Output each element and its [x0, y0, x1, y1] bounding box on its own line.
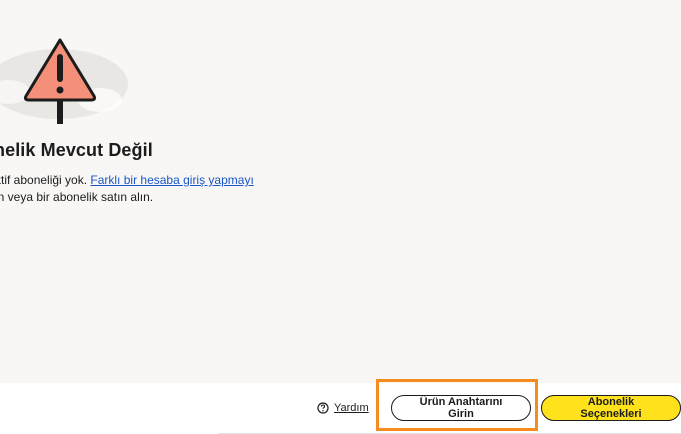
subscription-options-button[interactable]: Abonelik Seçenekleri [541, 395, 681, 421]
help-label: Yardım [334, 402, 369, 414]
description-text: ktif aboneliği yok. [0, 173, 91, 187]
help-circle-icon [317, 402, 329, 414]
warning-sign-icon [0, 38, 128, 124]
main-content: nelik Mevcut Değil ktif aboneliği yok. F… [0, 0, 681, 383]
footer-bar: Yardım Ürün Anahtarını Girin Abonelik Se… [0, 383, 681, 434]
description-text-line2: in veya bir abonelik satın alın. [0, 190, 154, 204]
page-title: nelik Mevcut Değil [0, 140, 153, 160]
help-link[interactable]: Yardım [317, 402, 369, 414]
description: ktif aboneliği yok. Farklı bir hesaba gi… [0, 172, 254, 206]
enter-product-key-button[interactable]: Ürün Anahtarını Girin [391, 395, 531, 421]
sign-in-different-account-link[interactable]: Farklı bir hesaba giriş yapmayı [90, 173, 253, 187]
